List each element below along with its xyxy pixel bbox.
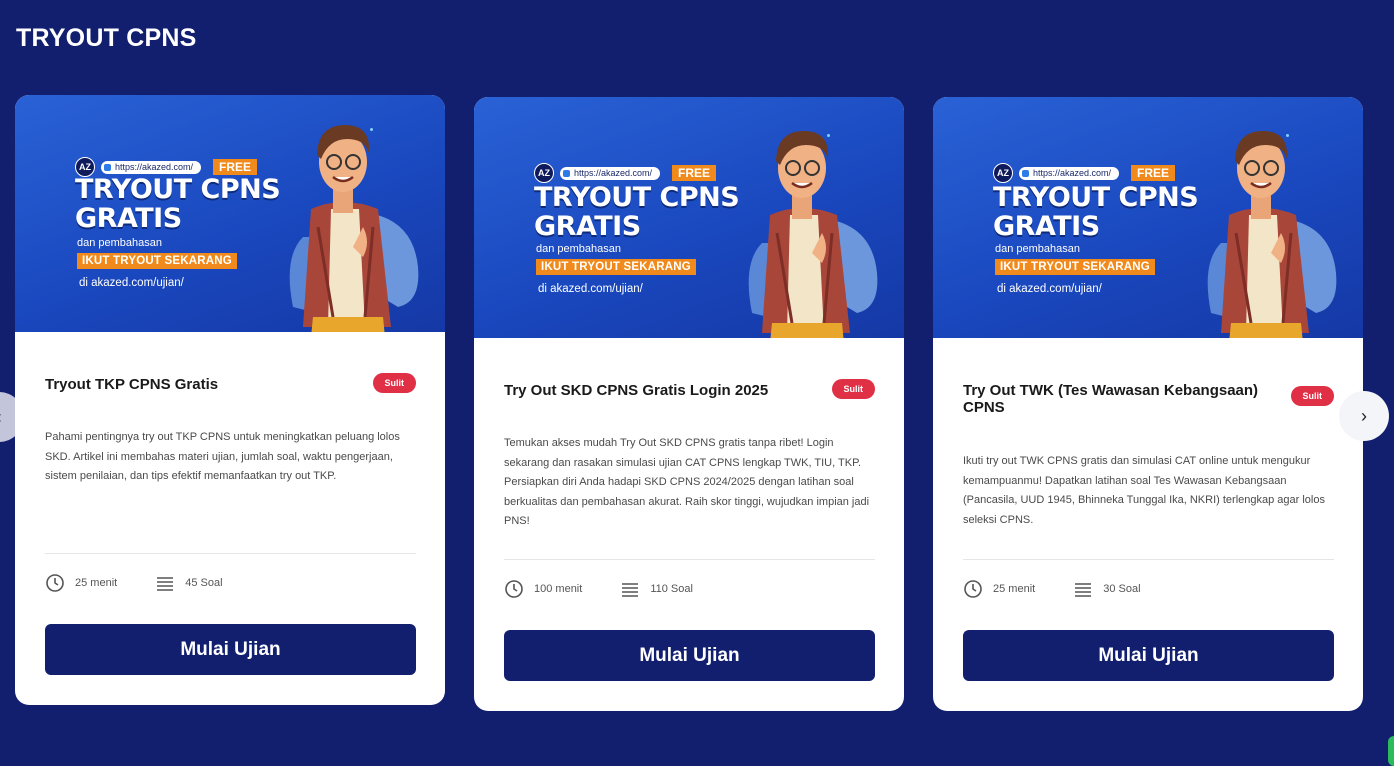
- az-logo-icon: AZ: [993, 163, 1013, 183]
- card-description: Pahami pentingnya try out TKP CPNS untuk…: [45, 431, 400, 482]
- carousel-next-button[interactable]: ›: [1339, 391, 1389, 441]
- duration-text: 100 menit: [534, 583, 583, 595]
- card-divider: [504, 559, 875, 560]
- banner-headline-line1: TRYOUT CPNS: [75, 174, 281, 205]
- card-meta: 25 menit 45 Soal: [45, 573, 223, 593]
- duration-text: 25 menit: [75, 577, 118, 589]
- tryout-card: AZ https://akazed.com/ FREE TRYOUT CPNS …: [933, 97, 1363, 711]
- student-illustration: [1191, 123, 1341, 338]
- banner-cta: IKUT TRYOUT SEKARANG: [995, 259, 1155, 275]
- student-illustration: [732, 123, 882, 338]
- start-exam-button[interactable]: Mulai Ujian: [504, 630, 875, 681]
- question-count-text: 45 Soal: [185, 577, 223, 589]
- banner-headline: TRYOUT CPNS GRATIS: [993, 182, 1199, 242]
- banner-headline-line2: GRATIS: [534, 211, 641, 242]
- list-icon: [157, 577, 174, 591]
- list-icon: [622, 583, 639, 597]
- duration-text: 25 menit: [993, 583, 1036, 595]
- banner-link: di akazed.com/ujian/: [79, 277, 184, 289]
- card-banner-image[interactable]: AZ https://akazed.com/ FREE TRYOUT CPNS …: [474, 97, 904, 338]
- banner-headline-line2: GRATIS: [75, 203, 182, 234]
- student-illustration: [273, 117, 423, 332]
- card-title[interactable]: Tryout TKP CPNS Gratis: [45, 376, 345, 393]
- difficulty-badge: Sulit: [1290, 386, 1334, 406]
- card-description: Ikuti try out TWK CPNS gratis dan simula…: [963, 455, 1325, 526]
- start-exam-button[interactable]: Mulai Ujian: [45, 624, 416, 675]
- banner-headline: TRYOUT CPNS GRATIS: [75, 174, 281, 234]
- start-exam-button[interactable]: Mulai Ujian: [963, 630, 1334, 681]
- banner-cta: IKUT TRYOUT SEKARANG: [536, 259, 696, 275]
- question-count-text: 110 Soal: [650, 583, 693, 595]
- banner-logo-row: AZ https://akazed.com/ FREE: [993, 163, 1176, 183]
- banner-cta: IKUT TRYOUT SEKARANG: [77, 253, 237, 269]
- banner-free-badge: FREE: [1131, 165, 1176, 181]
- card-meta: 100 menit 110 Soal: [504, 579, 693, 599]
- banner-link: di akazed.com/ujian/: [538, 283, 643, 295]
- az-logo-icon: AZ: [534, 163, 554, 183]
- list-icon: [1075, 583, 1092, 597]
- difficulty-badge: Sulit: [372, 373, 416, 393]
- banner-url-pill: https://akazed.com/: [1019, 166, 1120, 180]
- tryout-card: AZ https://akazed.com/ FREE TRYOUT CPNS …: [15, 95, 445, 705]
- card-divider: [45, 553, 416, 554]
- banner-logo-row: AZ https://akazed.com/ FREE: [534, 163, 717, 183]
- banner-subtitle: dan pembahasan: [77, 237, 163, 249]
- banner-subtitle: dan pembahasan: [995, 243, 1081, 255]
- banner-headline: TRYOUT CPNS GRATIS: [534, 182, 740, 242]
- tryout-card: AZ https://akazed.com/ FREE TRYOUT CPNS …: [474, 97, 904, 711]
- clock-icon: [505, 580, 523, 598]
- banner-headline-line1: TRYOUT CPNS: [534, 182, 740, 213]
- card-divider: [963, 559, 1334, 560]
- banner-headline-line2: GRATIS: [993, 211, 1100, 242]
- section-title: TRYOUT CPNS: [16, 24, 197, 52]
- banner-free-badge: FREE: [213, 159, 258, 175]
- card-meta: 25 menit 30 Soal: [963, 579, 1141, 599]
- banner-url-pill: https://akazed.com/: [101, 160, 202, 174]
- banner-headline-line1: TRYOUT CPNS: [993, 182, 1199, 213]
- banner-url-pill: https://akazed.com/: [560, 166, 661, 180]
- card-description: Temukan akses mudah Try Out SKD CPNS gra…: [504, 437, 870, 527]
- card-title[interactable]: Try Out TWK (Tes Wawasan Kebangsaan) CPN…: [963, 382, 1263, 416]
- card-banner-image[interactable]: AZ https://akazed.com/ FREE TRYOUT CPNS …: [15, 95, 445, 332]
- card-title[interactable]: Try Out SKD CPNS Gratis Login 2025: [504, 382, 804, 399]
- difficulty-badge: Sulit: [831, 379, 875, 399]
- card-banner-image[interactable]: AZ https://akazed.com/ FREE TRYOUT CPNS …: [933, 97, 1363, 338]
- chat-widget-edge[interactable]: [1388, 736, 1394, 766]
- question-count-text: 30 Soal: [1103, 583, 1141, 595]
- banner-link: di akazed.com/ujian/: [997, 283, 1102, 295]
- banner-subtitle: dan pembahasan: [536, 243, 622, 255]
- banner-free-badge: FREE: [672, 165, 717, 181]
- clock-icon: [46, 574, 64, 592]
- clock-icon: [964, 580, 982, 598]
